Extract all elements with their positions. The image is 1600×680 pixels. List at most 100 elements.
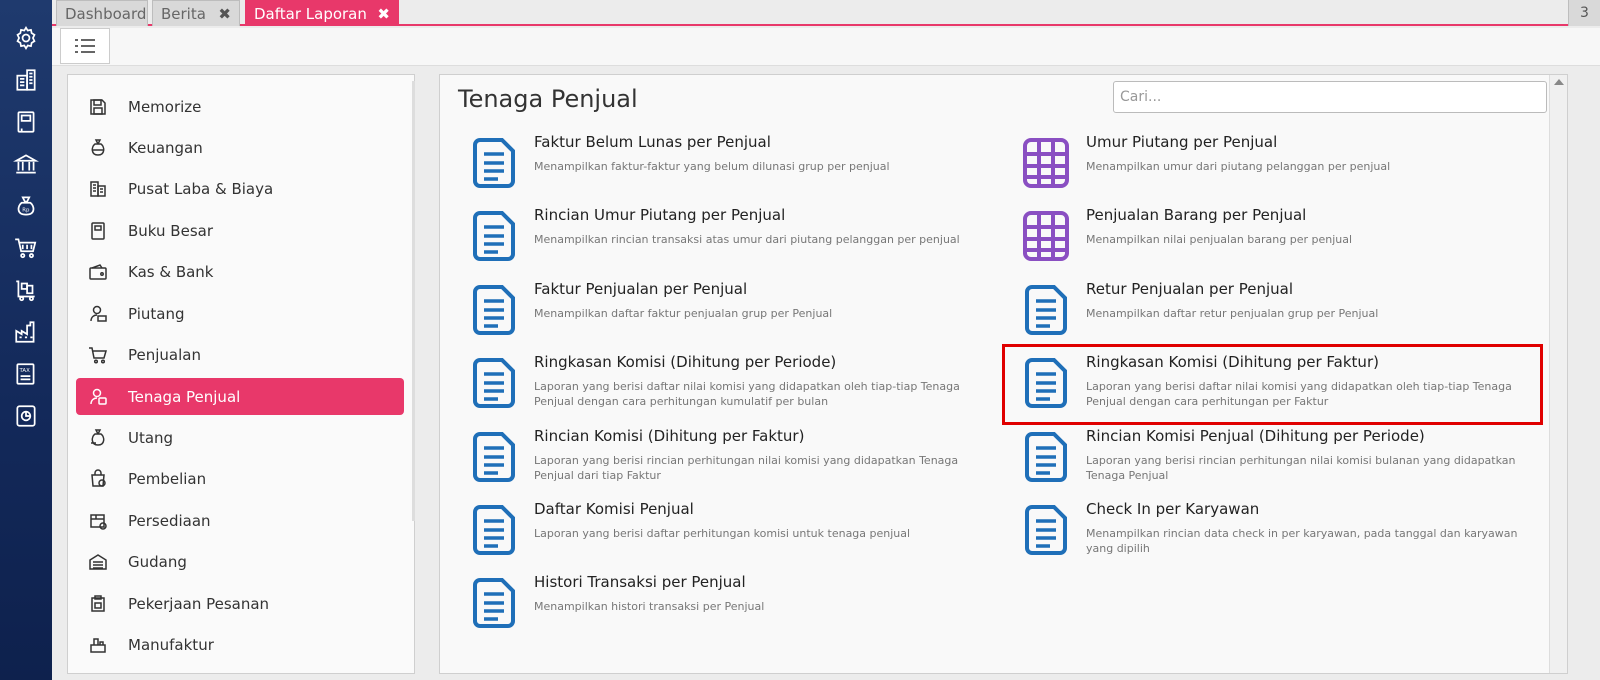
close-icon[interactable]: ✖	[377, 5, 390, 23]
sidebar-item-pembelian[interactable]: Pembelian	[76, 460, 404, 497]
report-title[interactable]: Check In per Karyawan	[1086, 500, 1259, 518]
report-item[interactable]: Rincian Komisi Penjual (Dihitung per Per…	[1022, 427, 1552, 493]
building-icon[interactable]	[12, 66, 40, 94]
report-item[interactable]: Rincian Komisi (Dihitung per Faktur) Lapo…	[470, 427, 1000, 493]
report-title[interactable]: Retur Penjualan per Penjual	[1086, 280, 1293, 298]
table-icon	[1022, 137, 1072, 191]
report-item[interactable]: Rincian Umur Piutang per Penjual Menampil…	[470, 206, 1000, 272]
report-title[interactable]: Penjualan Barang per Penjual	[1086, 206, 1306, 224]
tab-count-dropdown[interactable]: 3	[1568, 0, 1600, 26]
document-icon	[470, 431, 520, 485]
document-icon	[1022, 431, 1072, 485]
tab-label: Dashboard	[65, 4, 147, 23]
document-icon	[1022, 504, 1072, 558]
sidebar-item-label: Kas & Bank	[128, 262, 214, 281]
report-item[interactable]: Ringkasan Komisi (Dihitung per Faktur) La…	[1022, 353, 1552, 419]
gear-icon[interactable]	[12, 24, 40, 52]
debt-icon	[86, 426, 110, 450]
report-item[interactable]: Check In per Karyawan Menampilkan rincian…	[1022, 500, 1552, 566]
tab-bar: Dashboard Berita ✖ Daftar Laporan ✖ 3	[52, 0, 1600, 26]
sidebar-item-label: Manufaktur	[128, 635, 214, 654]
scroll-up-arrow-icon[interactable]	[1554, 79, 1564, 85]
report-description: Menampilkan rincian transaksi atas umur …	[534, 233, 960, 246]
sidebar-item-persediaan[interactable]: Persediaan	[76, 502, 404, 539]
report-title[interactable]: Ringkasan Komisi (Dihitung per Periode)	[534, 353, 836, 371]
report-title[interactable]: Rincian Komisi (Dihitung per Faktur)	[534, 427, 804, 445]
sidebar-item-kas-bank[interactable]: Kas & Bank	[76, 253, 404, 290]
report-item[interactable]: Daftar Komisi Penjual Laporan yang berisi…	[470, 500, 1000, 566]
sidebar-item-tenaga-penjual[interactable]: Tenaga Penjual	[76, 378, 404, 415]
report-description: Menampilkan histori transaksi per Penjua…	[534, 600, 765, 613]
table-icon	[1022, 210, 1072, 264]
report-item[interactable]: Histori Transaksi per Penjual Menampilkan…	[470, 573, 1000, 639]
document-icon	[470, 357, 520, 411]
report-title[interactable]: Histori Transaksi per Penjual	[534, 573, 746, 591]
sidebar-item-utang[interactable]: Utang	[76, 419, 404, 456]
report-title[interactable]: Faktur Belum Lunas per Penjual	[534, 133, 771, 151]
sidebar-item-label: Piutang	[128, 304, 185, 323]
report-item[interactable]: Umur Piutang per Penjual Menampilkan umur…	[1022, 133, 1552, 199]
report-item[interactable]: Faktur Belum Lunas per Penjual Menampilka…	[470, 133, 1000, 199]
report-description: Menampilkan daftar faktur penjualan grup…	[534, 307, 833, 320]
report-description: Menampilkan nilai penjualan barang per p…	[1086, 233, 1353, 246]
report-title[interactable]: Faktur Penjualan per Penjual	[534, 280, 747, 298]
bank-icon[interactable]	[12, 150, 40, 178]
list-view-button[interactable]	[60, 28, 110, 64]
book-icon[interactable]	[12, 108, 40, 136]
sidebar-item-label: Pusat Laba & Biaya	[128, 179, 274, 198]
money-bag-icon[interactable]: Rp	[12, 192, 40, 220]
tab-daftar-laporan[interactable]: Daftar Laporan ✖	[245, 0, 399, 26]
sidebar-item-gudang[interactable]: Gudang	[76, 543, 404, 580]
sidebar-item-label: Memorize	[128, 97, 202, 116]
inventory-icon	[86, 509, 110, 533]
search-input[interactable]	[1113, 81, 1547, 113]
tab-label: Berita	[161, 4, 206, 23]
svg-text:TAX: TAX	[19, 368, 31, 374]
save-icon	[86, 95, 110, 119]
close-icon[interactable]: ✖	[218, 5, 231, 23]
sidebar-item-label: Tenaga Penjual	[128, 387, 241, 406]
report-item[interactable]: Penjualan Barang per Penjual Menampilkan …	[1022, 206, 1552, 272]
report-item[interactable]: Faktur Penjualan per Penjual Menampilkan …	[470, 280, 1000, 346]
sidebar-item-memorize[interactable]: Memorize	[76, 88, 404, 125]
report-description: Laporan yang berisi daftar nilai komisi …	[1086, 380, 1512, 408]
report-description: Laporan yang berisi rincian perhitungan …	[1086, 454, 1516, 482]
document-icon	[1022, 284, 1072, 338]
sidebar-item-buku-besar[interactable]: Buku Besar	[76, 212, 404, 249]
list-icon	[75, 39, 95, 53]
cart-icon	[86, 343, 110, 367]
sidebar-item-manufaktur[interactable]: Manufaktur	[76, 626, 404, 663]
factory-icon[interactable]	[12, 318, 40, 346]
report-item[interactable]: Ringkasan Komisi (Dihitung per Periode) L…	[470, 353, 1000, 419]
chart-doc-icon[interactable]	[12, 402, 40, 430]
report-item[interactable]: Retur Penjualan per Penjual Menampilkan d…	[1022, 280, 1552, 346]
purchase-icon	[86, 467, 110, 491]
warehouse-cart-icon[interactable]	[12, 276, 40, 304]
sidebar-item-label: Persediaan	[128, 511, 211, 530]
report-description: Menampilkan rincian data check in per ka…	[1086, 527, 1518, 555]
tab-berita[interactable]: Berita ✖	[152, 0, 240, 26]
sidebar-item-pusat-laba-biaya[interactable]: Pusat Laba & Biaya	[76, 170, 404, 207]
job-order-icon	[86, 592, 110, 616]
sidebar-item-label: Utang	[128, 428, 174, 447]
sidebar-item-label: Keuangan	[128, 138, 203, 157]
report-title[interactable]: Daftar Komisi Penjual	[534, 500, 694, 518]
report-title[interactable]: Rincian Umur Piutang per Penjual	[534, 206, 785, 224]
sidebar-item-piutang[interactable]: Piutang	[76, 295, 404, 332]
report-title[interactable]: Ringkasan Komisi (Dihitung per Faktur)	[1086, 353, 1379, 371]
sidebar-item-pekerjaan-pesanan[interactable]: Pekerjaan Pesanan	[76, 585, 404, 622]
tab-dashboard[interactable]: Dashboard	[56, 0, 148, 26]
report-title[interactable]: Umur Piutang per Penjual	[1086, 133, 1277, 151]
building-icon	[86, 177, 110, 201]
report-title[interactable]: Rincian Komisi Penjual (Dihitung per Per…	[1086, 427, 1425, 445]
report-description: Menampilkan faktur-faktur yang belum dil…	[534, 160, 890, 173]
svg-text:Rp: Rp	[22, 207, 30, 213]
sidebar-item-label: Pembelian	[128, 469, 207, 488]
tax-icon[interactable]: TAX	[12, 360, 40, 388]
sidebar-item-penjualan[interactable]: Penjualan	[76, 336, 404, 373]
sidebar-item-keuangan[interactable]: Keuangan	[76, 129, 404, 166]
report-description: Laporan yang berisi daftar perhitungan k…	[534, 527, 911, 540]
sidebar-scrollbar[interactable]	[412, 81, 415, 521]
money-bag-icon	[86, 136, 110, 160]
cart-icon[interactable]	[12, 234, 40, 262]
